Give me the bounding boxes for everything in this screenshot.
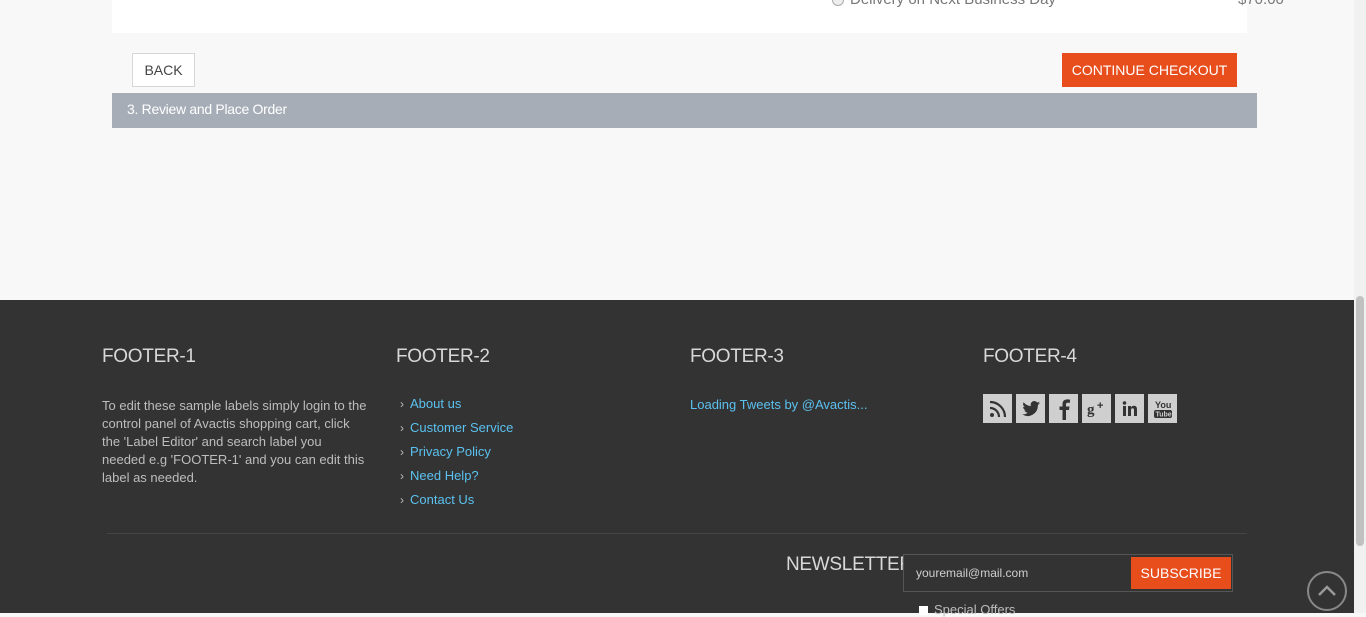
svg-text:+: +: [1097, 400, 1103, 412]
linkedin-icon[interactable]: [1115, 394, 1144, 423]
footer-link-contact-us[interactable]: › Contact Us: [396, 492, 656, 516]
twitter-icon[interactable]: [1016, 394, 1045, 423]
newsletter-label: NEWSLETTER: [786, 554, 913, 575]
shipping-option-price: $70.00: [1238, 0, 1284, 8]
shipping-radio[interactable]: [832, 0, 844, 7]
footer-1-text: To edit these sample labels simply login…: [102, 398, 367, 485]
youtube-icon[interactable]: You Tube: [1148, 394, 1177, 423]
newsletter-email-input[interactable]: [912, 559, 1130, 587]
footer-link-need-help[interactable]: › Need Help?: [396, 468, 656, 492]
rss-icon[interactable]: [983, 394, 1012, 423]
footer-link-privacy-policy[interactable]: › Privacy Policy: [396, 444, 656, 468]
continue-checkout-button[interactable]: CONTINUE CHECKOUT: [1062, 53, 1237, 87]
special-offers-checkbox[interactable]: [919, 606, 928, 616]
footer-4-title: FOOTER-4: [983, 346, 1077, 367]
facebook-icon[interactable]: [1049, 394, 1078, 423]
step-title: 3. Review and Place Order: [127, 101, 287, 117]
footer-column-3: FOOTER-3 Loading Tweets by @Avactis...: [690, 346, 950, 412]
scroll-to-top-button[interactable]: [1307, 571, 1347, 611]
footer-link-customer-service[interactable]: › Customer Service: [396, 420, 656, 444]
chevron-right-icon: ›: [400, 397, 404, 411]
shipping-option-label: Delivery on Next Business Day: [850, 0, 1056, 8]
social-icons: g + You Tube: [983, 394, 1243, 423]
special-offers-option[interactable]: Special Offers: [919, 602, 1015, 617]
footer-divider: [107, 533, 1247, 534]
chevron-right-icon: ›: [400, 493, 404, 507]
step-review-place-order[interactable]: 3. Review and Place Order: [112, 93, 1257, 128]
tweets-link[interactable]: Loading Tweets by @Avactis...: [690, 397, 950, 412]
footer-link-label[interactable]: About us: [410, 396, 461, 411]
back-button[interactable]: BACK: [132, 53, 195, 87]
footer: FOOTER-1 To edit these sample labels sim…: [0, 300, 1354, 617]
footer-column-4: FOOTER-4 g + You Tube: [983, 346, 1243, 423]
chevron-right-icon: ›: [400, 445, 404, 459]
chevron-up-icon: [1318, 585, 1336, 596]
scrollbar-thumb[interactable]: [1356, 296, 1364, 546]
svg-text:g: g: [1087, 402, 1095, 418]
footer-link-label[interactable]: Privacy Policy: [410, 444, 491, 459]
shipping-panel: Delivery on Next Business Day $70.00: [112, 0, 1284, 33]
footer-3-title: FOOTER-3: [690, 346, 784, 367]
footer-links: › About us › Customer Service › Privacy Pol…: [396, 396, 656, 516]
newsletter-form: SUBSCRIBE: [903, 554, 1233, 592]
chevron-right-icon: ›: [400, 469, 404, 483]
footer-link-label[interactable]: Customer Service: [410, 420, 513, 435]
google-plus-icon[interactable]: g +: [1082, 394, 1111, 423]
shipping-option[interactable]: Delivery on Next Business Day: [832, 0, 1056, 8]
footer-column-1: FOOTER-1 To edit these sample labels sim…: [102, 346, 367, 487]
footer-link-label[interactable]: Need Help?: [410, 468, 479, 483]
chevron-right-icon: ›: [400, 421, 404, 435]
footer-link-about-us[interactable]: › About us: [396, 396, 656, 420]
svg-text:Tube: Tube: [1155, 411, 1171, 418]
special-offers-label: Special Offers: [934, 602, 1016, 617]
subscribe-button[interactable]: SUBSCRIBE: [1131, 557, 1231, 589]
footer-1-title: FOOTER-1: [102, 346, 196, 367]
footer-2-title: FOOTER-2: [396, 346, 490, 367]
page-scrollbar[interactable]: [1354, 0, 1366, 613]
footer-link-label[interactable]: Contact Us: [410, 492, 474, 507]
footer-column-2: FOOTER-2 › About us › Customer Service › Pr…: [396, 346, 656, 516]
svg-text:You: You: [1155, 400, 1171, 410]
